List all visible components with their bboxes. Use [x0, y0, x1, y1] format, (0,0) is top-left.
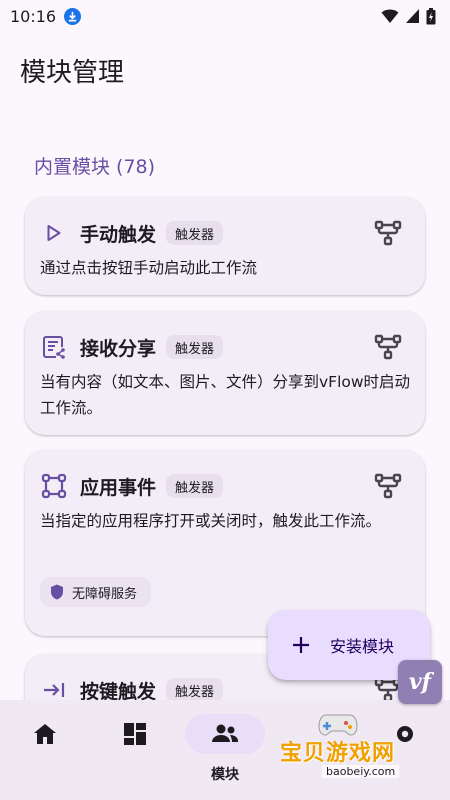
permission-chip: 无障碍服务 — [40, 577, 152, 607]
module-description: 通过点击按钮手动启动此工作流 — [40, 259, 258, 277]
workflow-icon[interactable] — [373, 472, 403, 500]
app-frame-icon — [41, 473, 67, 499]
status-time: 10:16 — [10, 6, 57, 26]
module-description: 当有内容（如文本、图片、文件）分享到vFlow时启动工作流。 — [40, 373, 411, 417]
plus-icon — [293, 637, 309, 653]
module-card-receive-share[interactable]: 接收分享 触发器 当有内容（如文本、图片、文件）分享到vFlow时启动工作流。 — [25, 311, 425, 435]
share-doc-icon — [41, 334, 67, 360]
wifi-icon — [381, 9, 399, 23]
modules-icon — [212, 724, 238, 742]
download-icon — [64, 7, 82, 25]
module-card-manual-trigger[interactable]: 手动触发 触发器 通过点击按钮手动启动此工作流 — [25, 197, 425, 295]
module-title: 手动触发 — [80, 223, 157, 246]
dashboard-icon — [124, 723, 146, 745]
section-title: 内置模块 (78) — [34, 156, 156, 178]
vflow-logo: vf — [398, 660, 442, 704]
home-icon — [34, 724, 56, 744]
watermark-url: baobeiy.com — [322, 765, 400, 778]
workflow-icon[interactable] — [373, 219, 403, 247]
battery-icon — [426, 7, 436, 24]
nav-item-modules[interactable]: 模块 — [180, 714, 270, 784]
module-tag: 触发器 — [166, 678, 224, 702]
shield-icon — [51, 584, 63, 600]
signal-icon — [406, 9, 419, 23]
module-card-app-event[interactable]: 应用事件 触发器 当指定的应用程序打开或关闭时，触发此工作流。 无障碍服务 — [25, 450, 425, 636]
nav-item-home[interactable] — [0, 714, 90, 784]
watermark: 宝贝游戏网 baobeiy.com — [270, 705, 450, 800]
status-bar: 10:16 — [0, 0, 450, 32]
nav-label-modules: 模块 — [211, 767, 239, 783]
module-tag: 触发器 — [166, 221, 224, 245]
permission-label: 无障碍服务 — [72, 586, 138, 602]
module-title: 接收分享 — [80, 337, 157, 360]
page-title: 模块管理 — [20, 58, 125, 88]
workflow-icon[interactable] — [373, 333, 403, 361]
gamepad-icon — [318, 714, 358, 736]
module-tag: 触发器 — [166, 474, 224, 498]
watermark-text: 宝贝游戏网 — [280, 741, 396, 766]
play-icon — [41, 220, 67, 246]
module-description: 当指定的应用程序打开或关闭时，触发此工作流。 — [40, 512, 382, 530]
nav-item-dashboard[interactable] — [90, 714, 180, 784]
module-title: 应用事件 — [80, 476, 157, 499]
module-tag: 触发器 — [166, 335, 224, 359]
install-module-label: 安装模块 — [330, 637, 395, 656]
